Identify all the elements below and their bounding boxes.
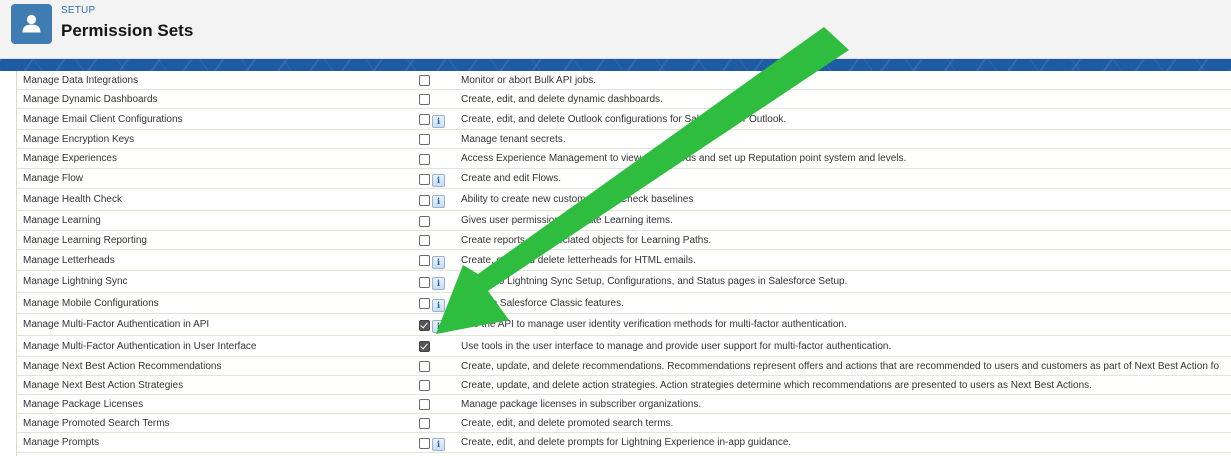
info-icon[interactable]: i [432,438,445,451]
permission-description: Create, edit, and delete Outlook configu… [461,113,787,125]
permissions-table: Manage Data Integrations Monitor or abort… [16,71,1231,456]
permission-checkbox[interactable] [419,418,430,429]
permission-name: Manage Prompts [23,437,100,448]
permission-name: Manage Mobile Configurations [23,297,159,309]
permission-description: Create, edit, and delete letterheads for… [461,254,696,266]
permission-checkbox[interactable] [419,319,430,331]
info-icon[interactable]: i [432,298,445,312]
permission-checkbox[interactable] [419,298,430,309]
info-icon[interactable]: i [432,174,445,187]
permission-description: Create, edit, and delete prompts for Lig… [461,437,792,448]
permission-name: Manage Flow [23,173,84,184]
table-row: Manage Experiences Access Experience Mana… [17,149,1231,169]
permission-description: Ability to create new custom Health Chec… [461,194,694,205]
info-icon[interactable]: i [432,255,445,269]
permission-checkbox[interactable] [419,235,430,246]
table-row: Manage Next Best Action Recommendations C… [17,357,1231,376]
permission-checkbox[interactable] [419,361,430,372]
permission-description: Create and edit Flows. [461,173,562,184]
table-row: Manage Flow i Create and edit Flows. [17,169,1231,189]
permission-name: Manage Letterheads [23,254,115,266]
permission-name: Manage Encryption Keys [23,133,135,145]
permission-description: Create, update, and delete recommendatio… [461,360,1220,372]
permission-checkbox[interactable] [419,153,430,165]
permission-name: Manage Multi-Factor Authentication in AP… [23,319,210,330]
permission-name: Manage Data Integrations [23,74,139,86]
table-row: Manage Next Best Action Strategies Create… [17,376,1231,395]
permission-name: Manage Lightning Sync [23,276,128,287]
header-banner [0,59,1231,71]
permission-checkbox[interactable] [419,276,430,288]
table-row: Manage Data Integrations Monitor or abort… [17,71,1231,90]
info-icon[interactable]: i [432,195,445,208]
permission-checkbox[interactable] [419,75,430,86]
table-row: Manage Letterheads i Create, edit, and del… [17,250,1231,271]
permission-name: Manage Health Check [23,194,122,205]
permission-checkbox[interactable] [419,94,430,105]
info-icon[interactable]: i [432,277,445,290]
permission-description: Create reports on associated objects for… [461,234,712,246]
table-row: Manage Email Client Configurations i Creat… [17,109,1231,130]
permission-name: Manage Package Licenses [23,398,144,410]
permission-name: Manage Next Best Action Strategies [23,379,184,391]
info-icon[interactable]: i [432,114,445,128]
user-icon [11,4,52,44]
permission-description: Manage Salesforce Classic features. [461,297,624,309]
table-row: Manage Learning Gives user permission to … [17,211,1231,231]
permission-checkbox[interactable] [419,173,430,185]
permission-checkbox[interactable] [419,134,430,145]
permission-description: Manage tenant secrets. [461,133,566,145]
permission-checkbox[interactable] [419,380,430,391]
table-row: Manage Health Check i Ability to create ne… [17,189,1231,211]
permission-description: Manage package licenses in subscriber or… [461,398,702,410]
page-header: SETUP Permission Sets [0,0,1231,59]
permission-name: Manage Dynamic Dashboards [23,93,158,105]
table-row: Manage Multi-Factor Authentication in Us… [17,336,1231,357]
permission-name: Manage Experiences [23,153,117,164]
table-row: Manage Learning Reporting Create reports … [17,231,1231,250]
permission-name: Manage Multi-Factor Authentication in Us… [23,340,257,352]
info-icon[interactable]: i [432,320,445,333]
permission-description: Gives user permission to create Learning… [461,215,673,226]
permission-checkbox[interactable] [419,399,430,410]
permission-checkbox[interactable] [419,341,430,352]
permission-name: Manage Email Client Configurations [23,113,183,125]
table-row: Manage Lightning Sync i Access to Lightnin… [17,271,1231,293]
permission-description: Use tools in the user interface to manag… [461,340,892,352]
table-row: Manage Package Licenses Manage package li… [17,395,1231,414]
permission-description: Access Experience Management to view das… [461,153,907,164]
table-row: Manage Encryption Keys Manage tenant secr… [17,130,1231,149]
permission-name: Manage Learning Reporting [23,234,147,246]
permission-description: Create, edit, and delete dynamic dashboa… [461,93,663,105]
page-title: Permission Sets [61,21,194,40]
permission-description: Access to Lightning Sync Setup, Configur… [461,276,848,287]
permission-description: Monitor or abort Bulk API jobs. [461,74,597,86]
permission-description: Create, update, and delete action strate… [461,379,1092,391]
permission-name: Manage Next Best Action Recommendations [23,360,222,372]
permission-name: Manage Promoted Search Terms [23,417,170,429]
permission-checkbox[interactable] [419,194,430,206]
table-row: Manage Promoted Search Terms Create, edit… [17,414,1231,433]
permission-checkbox[interactable] [419,114,430,125]
table-row: Manage Dynamic Dashboards Create, edit, a… [17,90,1231,109]
permission-checkbox[interactable] [419,255,430,266]
permission-name: Manage Learning [23,215,101,226]
breadcrumb[interactable]: SETUP [61,5,95,16]
permission-checkbox[interactable] [419,215,430,227]
permission-description: Use the API to manage user identity veri… [461,319,847,330]
table-row: Manage Multi-Factor Authentication in AP… [17,314,1231,336]
table-row: Manage Mobile Configurations i Manage Sale… [17,293,1231,314]
permission-description: Create, edit, and delete promoted search… [461,417,674,429]
table-row: Manage Prompts i Create, edit, and delete … [17,433,1231,453]
permission-checkbox[interactable] [419,437,430,449]
